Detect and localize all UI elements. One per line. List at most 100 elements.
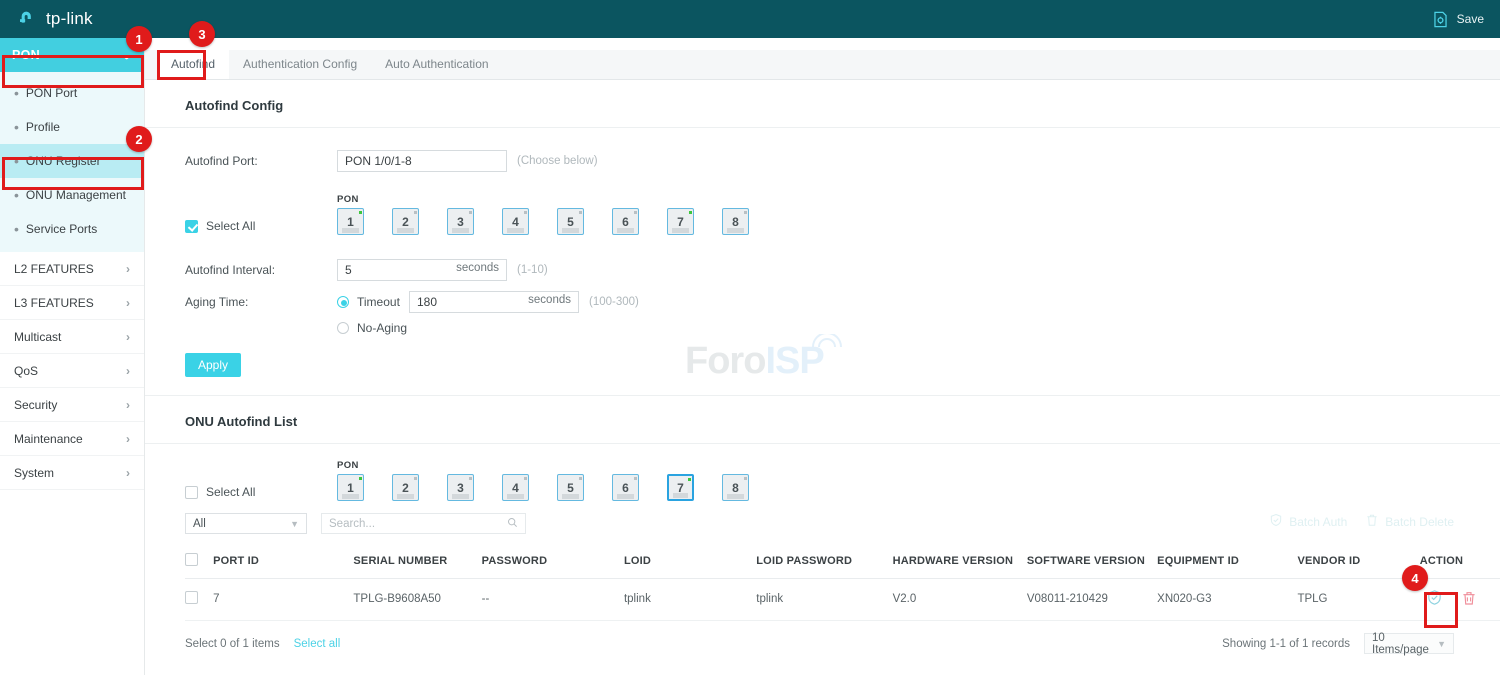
port-led-icon xyxy=(744,477,747,480)
no-aging-label: No-Aging xyxy=(357,321,407,335)
header-serial-number: SERIAL NUMBER xyxy=(353,546,481,579)
sidebar-item-security[interactable]: Security › xyxy=(0,388,144,422)
list-port-2[interactable]: 2 xyxy=(392,474,419,501)
list-port-6-label: 6 xyxy=(622,481,629,495)
port-led-icon xyxy=(359,477,362,480)
cell-loid-password: tplink xyxy=(756,579,892,621)
tab-authentication-config[interactable]: Authentication Config xyxy=(229,49,371,79)
sidebar-item-pon-port[interactable]: • PON Port xyxy=(0,76,144,110)
search-placeholder: Search... xyxy=(329,518,375,530)
footer-selection-count: Select 0 of 1 items xyxy=(185,638,280,650)
per-page-select[interactable]: 10 Items/page ▼ xyxy=(1364,633,1454,654)
annotation-badge-3-label: 3 xyxy=(198,27,205,42)
list-port-6[interactable]: 6 xyxy=(612,474,639,501)
footer-select-all-link[interactable]: Select all xyxy=(294,638,341,650)
autofind-interval-label: Autofind Interval: xyxy=(185,263,337,277)
config-port-5[interactable]: 5 xyxy=(557,208,584,235)
config-port-2[interactable]: 2 xyxy=(392,208,419,235)
list-port-4-label: 4 xyxy=(512,481,519,495)
watermark-part2: ISP xyxy=(765,340,823,382)
config-port-3[interactable]: 3 xyxy=(447,208,474,235)
list-port-5[interactable]: 5 xyxy=(557,474,584,501)
save-button[interactable]: Save xyxy=(1431,10,1500,29)
batch-auth-button[interactable]: Batch Auth xyxy=(1269,513,1347,530)
list-port-3-label: 3 xyxy=(457,481,464,495)
sidebar-item-qos[interactable]: QoS › xyxy=(0,354,144,388)
row-auth-button[interactable] xyxy=(1426,589,1443,609)
config-port-6[interactable]: 6 xyxy=(612,208,639,235)
sidebar-item-maintenance[interactable]: Maintenance › xyxy=(0,422,144,456)
config-port-8[interactable]: 8 xyxy=(722,208,749,235)
list-port-8[interactable]: 8 xyxy=(722,474,749,501)
cell-loid: tplink xyxy=(624,579,756,621)
tab-autofind[interactable]: Autofind xyxy=(157,49,229,79)
port-base-icon xyxy=(673,493,688,498)
table-row[interactable]: 7 TPLG-B9608A50 -- tplink tplink V2.0 V0… xyxy=(185,579,1500,621)
sidebar-item-service-ports[interactable]: • Service Ports xyxy=(0,212,144,246)
tab-auto-authentication[interactable]: Auto Authentication xyxy=(371,49,502,79)
batch-actions: Batch Auth Batch Delete xyxy=(1269,513,1454,530)
cell-password: -- xyxy=(482,579,624,621)
port-base-icon xyxy=(562,494,579,499)
port-base-icon xyxy=(342,494,359,499)
row-checkbox[interactable] xyxy=(185,591,198,604)
port-led-icon xyxy=(359,211,362,214)
config-port-7[interactable]: 7 xyxy=(667,208,694,235)
sidebar-item-onu-management-label: ONU Management xyxy=(26,188,126,202)
chevron-right-icon: › xyxy=(126,432,130,446)
sidebar-item-pon[interactable]: PON ⌄ xyxy=(0,38,144,72)
filter-select[interactable]: All ▼ xyxy=(185,513,307,534)
sidebar-item-profile[interactable]: • Profile xyxy=(0,110,144,144)
select-all-list-checkbox[interactable] xyxy=(185,486,198,499)
row-delete-button[interactable] xyxy=(1461,590,1477,609)
port-base-icon xyxy=(727,494,744,499)
batch-delete-button[interactable]: Batch Delete xyxy=(1365,513,1454,530)
list-port-4[interactable]: 4 xyxy=(502,474,529,501)
save-gear-icon xyxy=(1431,10,1450,29)
select-all-config-row[interactable]: Select All xyxy=(185,219,337,235)
sidebar-item-service-ports-label: Service Ports xyxy=(26,222,97,236)
sidebar-item-multicast[interactable]: Multicast › xyxy=(0,320,144,354)
sidebar-item-profile-label: Profile xyxy=(26,120,60,134)
list-port-3[interactable]: 3 xyxy=(447,474,474,501)
autofind-port-input[interactable] xyxy=(337,150,507,172)
port-base-icon xyxy=(562,228,579,233)
autofind-port-label: Autofind Port: xyxy=(185,154,337,168)
aging-timeout-radio-row[interactable]: Timeout xyxy=(337,295,407,309)
sidebar-item-onu-management[interactable]: • ONU Management xyxy=(0,178,144,212)
cell-serial-number: TPLG-B9608A50 xyxy=(353,579,481,621)
table-select-all-checkbox[interactable] xyxy=(185,553,198,566)
timeout-radio[interactable] xyxy=(337,296,349,308)
port-led-icon xyxy=(469,211,472,214)
chevron-down-icon: ▼ xyxy=(290,519,299,529)
sidebar-item-multicast-label: Multicast xyxy=(14,330,61,344)
top-bar: tp-link Save xyxy=(0,0,1500,38)
sidebar-item-system[interactable]: System › xyxy=(0,456,144,490)
sidebar-item-l2-features-label: L2 FEATURES xyxy=(14,262,94,276)
list-port-1[interactable]: 1 xyxy=(337,474,364,501)
autofind-list-port-picker: PON 1 2 xyxy=(337,460,749,501)
config-port-4-label: 4 xyxy=(512,215,519,229)
select-all-list-row[interactable]: Select All xyxy=(185,485,337,501)
sidebar-item-l3-features[interactable]: L3 FEATURES › xyxy=(0,286,144,320)
config-port-1[interactable]: 1 xyxy=(337,208,364,235)
no-aging-radio-row[interactable]: No-Aging xyxy=(337,321,407,335)
chevron-right-icon: › xyxy=(126,330,130,344)
sidebar-item-maintenance-label: Maintenance xyxy=(14,432,83,446)
no-aging-radio[interactable] xyxy=(337,322,349,334)
sidebar-item-l2-features[interactable]: L2 FEATURES › xyxy=(0,252,144,286)
select-all-config-checkbox[interactable] xyxy=(185,220,198,233)
brand-name: tp-link xyxy=(46,9,93,29)
autofind-list-title: ONU Autofind List xyxy=(145,396,1500,443)
list-port-7[interactable]: 7 xyxy=(667,474,694,501)
sidebar-item-onu-register[interactable]: • ONU Register xyxy=(0,144,144,178)
apply-button[interactable]: Apply xyxy=(185,353,241,377)
search-input[interactable]: Search... xyxy=(321,513,526,534)
config-port-4[interactable]: 4 xyxy=(502,208,529,235)
port-led-icon xyxy=(688,478,691,481)
port-led-icon xyxy=(579,477,582,480)
timeout-label: Timeout xyxy=(357,295,400,309)
sidebar: PON ⌄ • PON Port • Profile • ONU Registe… xyxy=(0,38,145,675)
annotation-badge-2: 2 xyxy=(126,126,152,152)
port-base-icon xyxy=(452,494,469,499)
